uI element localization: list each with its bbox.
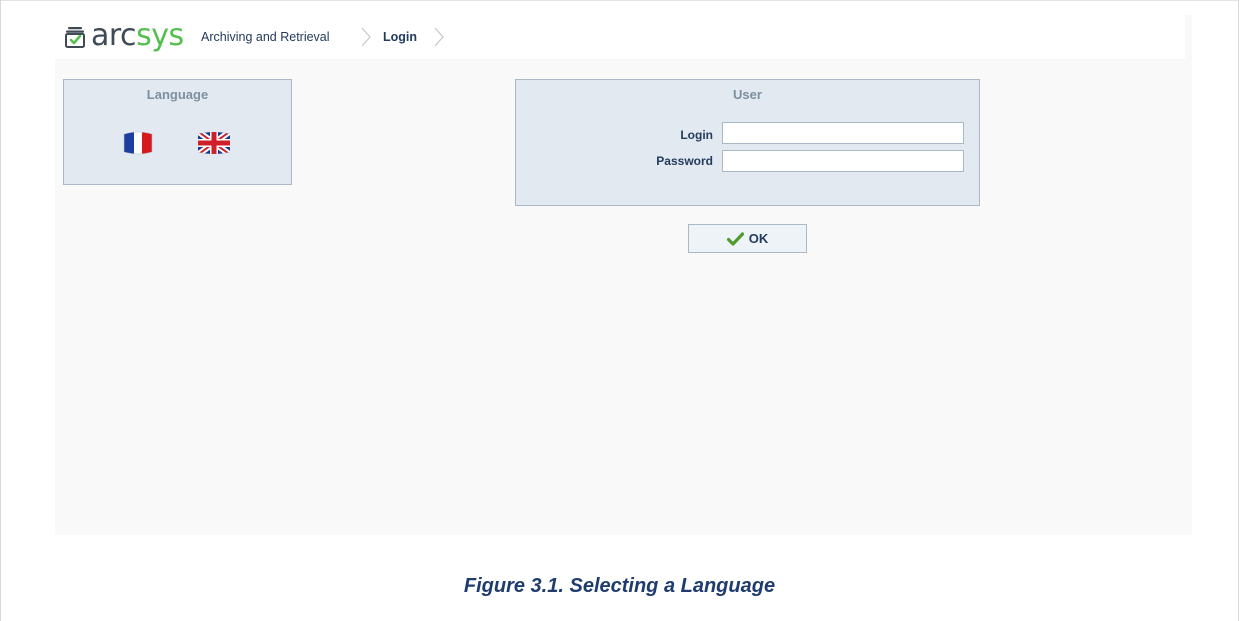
top-border [0,0,1239,1]
arcsys-logo: arcsys [91,18,184,54]
user-panel: User Login Password [515,79,980,206]
ok-button-label: OK [748,231,769,246]
right-border [1238,0,1239,621]
chevron-right-icon [434,27,444,47]
login-input[interactable] [722,122,964,144]
archive-box-icon [65,27,85,48]
checkmark-icon [726,231,744,246]
english-flag-icon[interactable] [196,128,232,158]
login-label: Login [680,128,713,142]
language-panel-title: Language [146,87,209,102]
breadcrumb-login: Login [383,30,418,44]
app-screen: arcsys Archiving and Retrieval Login Lan… [55,15,1192,535]
ok-button[interactable]: OK [688,224,807,253]
header-bar: arcsys Archiving and Retrieval Login [55,15,1185,59]
logo-prefix: arc [91,18,137,53]
chevron-right-icon [361,27,371,47]
password-label: Password [656,154,713,168]
password-input[interactable] [722,150,964,172]
breadcrumb-archiving[interactable]: Archiving and Retrieval [201,28,330,46]
user-panel-title: User [733,87,762,102]
french-flag-icon[interactable] [120,128,156,158]
language-panel: Language [63,79,292,185]
logo-suffix: sys [136,18,184,53]
figure-caption: Figure 3.1. Selecting a Language [463,575,776,597]
left-border [0,0,1,621]
